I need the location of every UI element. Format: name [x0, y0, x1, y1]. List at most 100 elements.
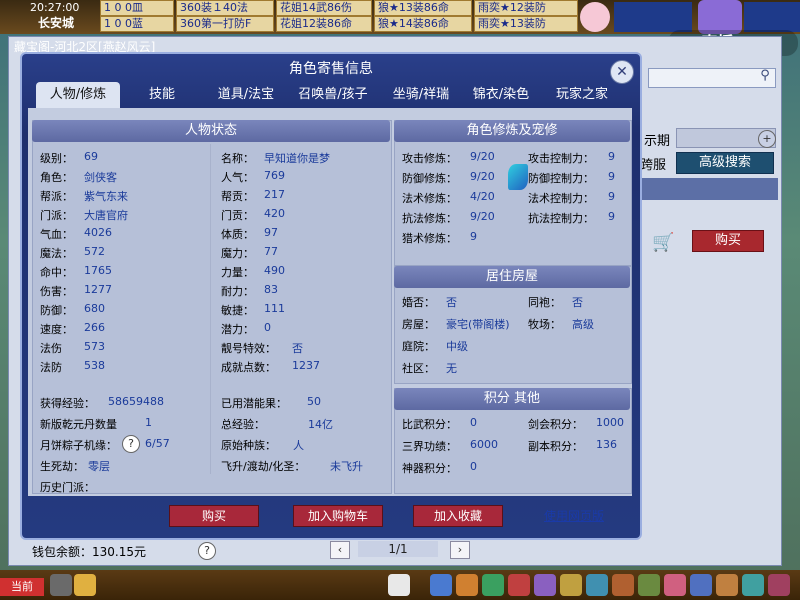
- stat-label: 名称：: [221, 152, 254, 165]
- current-channel-button[interactable]: 当前: [0, 578, 44, 596]
- stat-value: 1277: [84, 283, 112, 296]
- stat-label: 魔力：: [221, 247, 254, 260]
- help-icon[interactable]: ?: [122, 435, 140, 453]
- menu-icon[interactable]: [690, 574, 712, 596]
- tab-pets[interactable]: 召唤兽/孩子: [290, 82, 376, 108]
- menu-icon[interactable]: [742, 574, 764, 596]
- game-clock: 20:27:00: [30, 1, 80, 14]
- menu-icon[interactable]: [560, 574, 582, 596]
- pet-status-bars: [614, 2, 692, 32]
- stat-label: 角色：: [40, 171, 73, 184]
- menu-icon[interactable]: [456, 574, 478, 596]
- city-name: 长安城: [38, 16, 75, 30]
- stat-label: 防御：: [40, 304, 73, 317]
- stat-value: 77: [264, 245, 278, 258]
- next-page-button[interactable]: ›: [450, 541, 470, 559]
- menu-icon[interactable]: [586, 574, 608, 596]
- stat-value: 680: [84, 302, 105, 315]
- add-to-favorites-button[interactable]: 加入收藏: [413, 505, 503, 527]
- field-label: 攻击控制力：: [528, 152, 594, 165]
- web-version-link[interactable]: 使用网页版: [544, 507, 604, 524]
- tab-skills[interactable]: 技能: [124, 82, 200, 108]
- player-avatar-icon[interactable]: [698, 0, 742, 34]
- pet-icon[interactable]: [388, 574, 410, 596]
- stat-label: 命中：: [40, 266, 73, 279]
- stat-value: 早知道你是梦: [264, 152, 330, 165]
- player-status-bars: [744, 2, 800, 32]
- field-label: 婚否：: [402, 296, 435, 309]
- stat-value: 58659488: [108, 395, 164, 408]
- team-chip[interactable]: 花姐14武86伤: [276, 0, 372, 16]
- close-icon[interactable]: ✕: [610, 60, 634, 84]
- menu-icon[interactable]: [664, 574, 686, 596]
- list-header-band: [620, 178, 778, 200]
- stat-label: 力量：: [221, 266, 254, 279]
- microphone-icon[interactable]: [50, 574, 72, 596]
- field-value: 9/20: [470, 170, 495, 183]
- stat-value: 剑侠客: [84, 171, 117, 184]
- field-value: 中级: [446, 340, 468, 353]
- column-divider: [210, 144, 211, 474]
- pet-avatar-icon[interactable]: [580, 2, 610, 32]
- menu-icon[interactable]: [768, 574, 790, 596]
- team-chip[interactable]: 狼★14装86命: [374, 16, 472, 32]
- menu-icon[interactable]: [612, 574, 634, 596]
- field-label: 社区：: [402, 362, 435, 375]
- field-label: 防御修炼：: [402, 172, 457, 185]
- stat-value: 大唐官府: [84, 209, 128, 222]
- team-chip[interactable]: 雨奕★13装防: [474, 16, 578, 32]
- team-chip[interactable]: 1 0 0皿: [100, 0, 174, 16]
- stat-value: 1765: [84, 264, 112, 277]
- field-label: 抗法修炼：: [402, 212, 457, 225]
- tab-mounts[interactable]: 坐骑/祥瑞: [378, 82, 464, 108]
- field-label: 房屋：: [402, 318, 435, 331]
- menu-icon[interactable]: [482, 574, 504, 596]
- menu-icon[interactable]: [716, 574, 738, 596]
- emoji-icon[interactable]: [74, 574, 96, 596]
- market-buy-button[interactable]: 购买: [692, 230, 764, 252]
- add-to-cart-button[interactable]: 加入购物车: [293, 505, 383, 527]
- field-label: 剑会积分：: [528, 418, 583, 431]
- team-chip[interactable]: 花姐12装86命: [276, 16, 372, 32]
- stat-label: 敏捷：: [221, 304, 254, 317]
- field-label: 法术修炼：: [402, 192, 457, 205]
- cart-icon[interactable]: 🛒: [652, 232, 676, 253]
- field-value: 9/20: [470, 210, 495, 223]
- menu-icon[interactable]: [508, 574, 530, 596]
- stat-value: 266: [84, 321, 105, 334]
- stat-value: 4026: [84, 226, 112, 239]
- cursor-icon: [508, 164, 528, 190]
- search-icon[interactable]: ⚲: [756, 68, 774, 86]
- buy-button[interactable]: 购买: [169, 505, 259, 527]
- field-value: 6000: [470, 438, 498, 451]
- menu-icon[interactable]: [430, 574, 452, 596]
- cultivation-title: 角色修炼及宠修: [394, 120, 630, 142]
- stat-value: 1: [145, 416, 152, 429]
- team-chip[interactable]: 狼★13装86命: [374, 0, 472, 16]
- tab-home[interactable]: 玩家之家: [542, 82, 622, 108]
- stat-label: 获得经验：: [40, 397, 95, 410]
- team-chip[interactable]: 360第一打防F: [176, 16, 274, 32]
- dialog-title: 角色寄售信息: [289, 61, 373, 77]
- field-value: 豪宅(带阁楼): [446, 318, 510, 331]
- team-chip[interactable]: 1 0 0蓝: [100, 16, 174, 32]
- stat-label: 伤害：: [40, 285, 73, 298]
- help-icon[interactable]: ?: [198, 542, 216, 560]
- tab-outfits[interactable]: 锦衣/染色: [464, 82, 538, 108]
- menu-icon[interactable]: [638, 574, 660, 596]
- field-label: 比武积分：: [402, 418, 457, 431]
- cross-server-label: 跨服: [640, 158, 667, 173]
- points-title: 积分 其他: [394, 388, 630, 410]
- tab-character[interactable]: 人物/修炼: [36, 82, 120, 108]
- prev-page-button[interactable]: ‹: [330, 541, 350, 559]
- advanced-search-button[interactable]: 高级搜索: [676, 152, 774, 174]
- field-value: 0: [470, 416, 477, 429]
- tab-items[interactable]: 道具/法宝: [204, 82, 288, 108]
- add-icon[interactable]: +: [758, 130, 776, 148]
- team-chip[interactable]: 雨奕★12装防: [474, 0, 578, 16]
- field-label: 抗法控制力：: [528, 212, 594, 225]
- stat-label: 速度：: [40, 323, 73, 336]
- team-chip[interactable]: 360装１40法: [176, 0, 274, 16]
- field-value: 4/20: [470, 190, 495, 203]
- menu-icon[interactable]: [534, 574, 556, 596]
